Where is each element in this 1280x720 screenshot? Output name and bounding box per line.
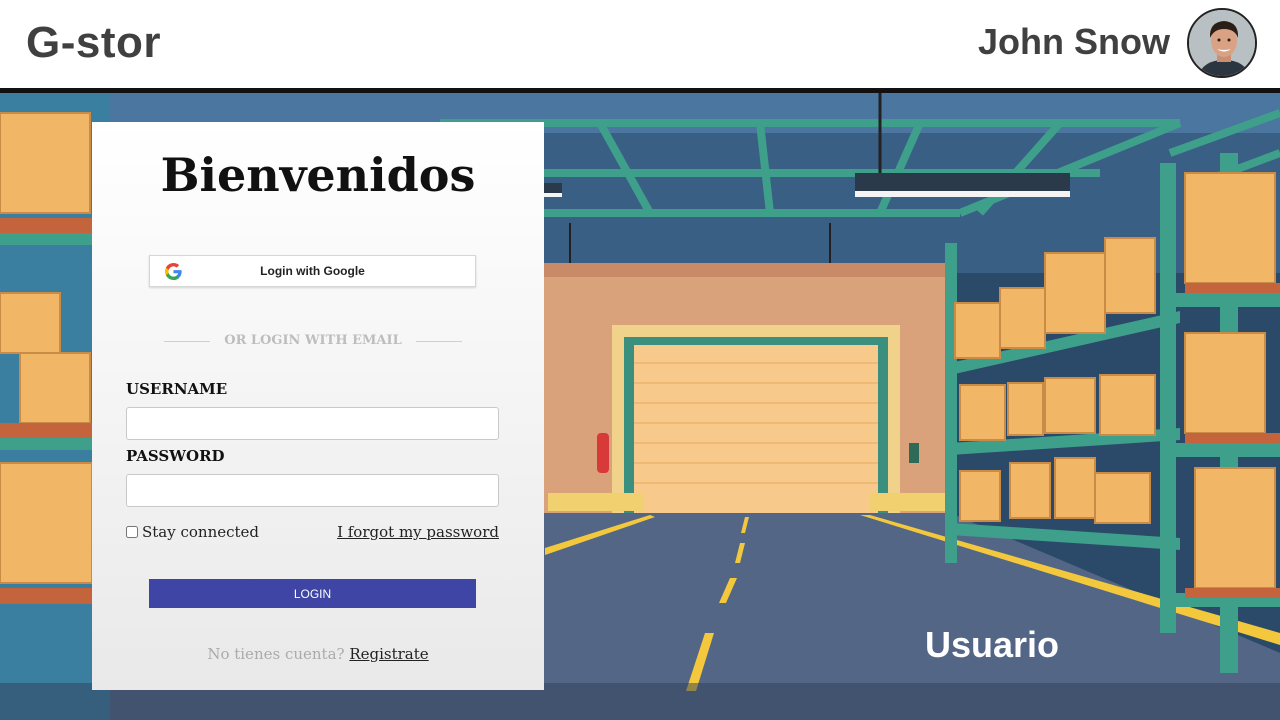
user-name[interactable]: John Snow: [978, 21, 1170, 63]
divider-line-right: [416, 341, 462, 342]
username-input[interactable]: [126, 407, 499, 440]
signup-prompt: No tienes cuenta? Registrate: [92, 645, 544, 663]
avatar-portrait-icon: [1189, 10, 1255, 76]
brand-logo[interactable]: G-stor: [26, 18, 161, 68]
email-divider: OR LOGIN WITH EMAIL: [164, 333, 462, 349]
google-login-button[interactable]: Login with Google: [149, 255, 476, 287]
login-button[interactable]: LOGIN: [149, 579, 476, 608]
username-label: USERNAME: [126, 380, 228, 398]
login-title: Bienvenidos: [160, 148, 476, 202]
stay-connected-checkbox[interactable]: [126, 526, 138, 538]
register-link[interactable]: Registrate: [349, 645, 428, 663]
login-card: Bienvenidos Login with Google OR LOGIN W…: [92, 122, 544, 690]
stay-connected-label: Stay connected: [142, 523, 260, 541]
role-label: Usuario: [925, 624, 1060, 665]
user-avatar[interactable]: [1187, 8, 1257, 78]
password-input[interactable]: [126, 474, 499, 507]
google-login-label: Login with Google: [260, 264, 365, 278]
password-label: PASSWORD: [126, 447, 225, 465]
app-header: G-stor John Snow: [0, 0, 1280, 88]
stay-connected[interactable]: Stay connected: [126, 523, 259, 541]
no-account-text: No tienes cuenta?: [207, 645, 345, 663]
forgot-password-link[interactable]: I forgot my password: [337, 523, 499, 541]
